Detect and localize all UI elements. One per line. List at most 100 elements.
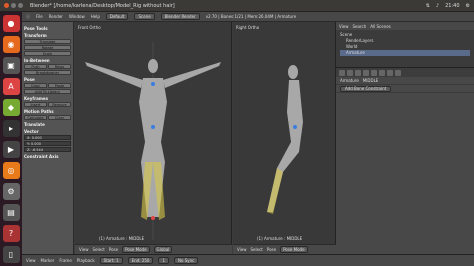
- pose-menu[interactable]: Pose: [109, 247, 118, 252]
- calculate-paths-button[interactable]: Calculate: [24, 115, 47, 120]
- world-tab-icon[interactable]: [355, 69, 361, 76]
- wifi-icon[interactable]: ⇅: [426, 3, 430, 9]
- terminal-icon[interactable]: ▸: [2, 120, 20, 137]
- copy-button[interactable]: Copy: [24, 83, 47, 88]
- bone-tab-icon[interactable]: [387, 69, 393, 76]
- sync-select[interactable]: No Sync: [174, 257, 199, 264]
- add-to-library-button[interactable]: Add To Library: [24, 89, 71, 94]
- render-engine-select[interactable]: Blender Render: [160, 13, 200, 20]
- leg-bone[interactable]: [267, 168, 283, 214]
- timeline-view-menu[interactable]: View: [26, 258, 36, 263]
- viewport-right[interactable]: Right Ortho (1) Armature : MIDDLE: [233, 22, 336, 244]
- display-mode-select[interactable]: All Scenes: [370, 24, 391, 29]
- add-bone-constraint-button[interactable]: Add Bone Constraint: [340, 85, 392, 92]
- paste-button[interactable]: Paste: [48, 83, 71, 88]
- view-menu[interactable]: View: [79, 247, 89, 252]
- insert-keyframe-button[interactable]: Insert: [24, 102, 47, 107]
- files-icon[interactable]: ▣: [2, 57, 20, 74]
- remove-keyframe-button[interactable]: Remove: [48, 102, 71, 107]
- select-menu[interactable]: Select: [251, 247, 263, 252]
- dash-icon[interactable]: ●: [2, 15, 20, 32]
- pose-menu[interactable]: Pose: [267, 247, 276, 252]
- timeline-marker-menu[interactable]: Marker: [41, 258, 55, 263]
- side-figure[interactable]: [233, 22, 336, 244]
- head: [148, 59, 158, 73]
- render-tab-icon[interactable]: [339, 69, 345, 76]
- section-header[interactable]: In-Between: [24, 58, 71, 63]
- minimize-button[interactable]: [11, 3, 16, 8]
- front-figure[interactable]: [75, 22, 232, 244]
- window-controls[interactable]: [4, 3, 26, 8]
- orientation-select[interactable]: Global: [153, 246, 173, 253]
- menu-help[interactable]: Help: [91, 14, 100, 19]
- section-header[interactable]: Keyframes: [24, 96, 71, 101]
- breakdowner-button[interactable]: Breakdowner: [24, 70, 71, 75]
- gear-icon[interactable]: ⚙: [466, 3, 470, 9]
- view-menu[interactable]: View: [339, 24, 349, 29]
- menu-render[interactable]: Render: [49, 14, 63, 19]
- mode-select[interactable]: Pose Mode: [122, 246, 150, 253]
- middle-bone[interactable]: [293, 125, 297, 129]
- settings-icon[interactable]: ⚙: [2, 183, 20, 200]
- viewport-status: (1) Armature : MIDDLE: [99, 236, 145, 241]
- mode-select[interactable]: Pose Mode: [280, 246, 308, 253]
- constraint-tab-icon[interactable]: [371, 69, 377, 76]
- context-bone[interactable]: MIDDLE: [363, 78, 379, 83]
- push-button[interactable]: Push: [24, 64, 47, 69]
- app-icon[interactable]: ◆: [2, 99, 20, 116]
- operator-header[interactable]: Translate: [24, 122, 71, 127]
- menu-file[interactable]: File: [36, 14, 43, 19]
- object-tab-icon[interactable]: [363, 69, 369, 76]
- scene-tab-icon[interactable]: [347, 69, 353, 76]
- screen-layout-select[interactable]: Default: [105, 13, 129, 20]
- window-title: Blender* [/home/karlena/Desktop/Model_Ri…: [30, 2, 175, 9]
- section-header[interactable]: Transform: [24, 33, 71, 38]
- clock[interactable]: 21:40: [445, 3, 459, 9]
- start-frame-field[interactable]: Start: 1: [99, 257, 123, 264]
- section-header[interactable]: Motion Paths: [24, 109, 71, 114]
- menu-window[interactable]: Window: [69, 14, 85, 19]
- current-frame-field[interactable]: 1: [158, 257, 169, 264]
- blender-icon[interactable]: ◎: [2, 162, 20, 179]
- vector-label: Vector: [24, 129, 39, 134]
- middle-bone[interactable]: [151, 125, 155, 129]
- bone-constraint-tab-icon[interactable]: [395, 69, 401, 76]
- video-icon[interactable]: ▶: [2, 141, 20, 158]
- info-editor-icon[interactable]: ⓘ: [26, 14, 30, 20]
- view-menu[interactable]: View: [237, 247, 247, 252]
- viewport-front[interactable]: Front Ortho (1) Armature : MIDDLE: [75, 22, 232, 244]
- software-center-icon[interactable]: A: [2, 78, 20, 95]
- foot-bone[interactable]: [151, 216, 155, 220]
- firefox-icon[interactable]: ◉: [2, 36, 20, 53]
- maximize-button[interactable]: [18, 3, 23, 8]
- relax-button[interactable]: Relax: [48, 64, 71, 69]
- close-button[interactable]: [4, 3, 9, 8]
- launcher: ● ◉ ▣ A ◆ ▸ ▶ ◎ ⚙ ▤ ? ▯: [0, 12, 22, 266]
- context-armature[interactable]: Armature: [340, 78, 359, 83]
- end-frame-field[interactable]: End: 250: [127, 257, 154, 264]
- tool-shelf: Pose Tools Transform Translate Rotate Sc…: [22, 22, 74, 254]
- blender-menu-bar: ⓘ File Render Window Help Default Scene …: [22, 12, 474, 22]
- section-header[interactable]: Pose: [24, 77, 71, 82]
- add-constraint-row: Add Bone Constraint: [336, 85, 474, 93]
- trash-icon[interactable]: ▯: [2, 246, 20, 263]
- volume-icon[interactable]: ♪: [436, 3, 439, 9]
- select-menu[interactable]: Select: [93, 247, 105, 252]
- vector-x-field[interactable]: X: 0.000: [24, 135, 71, 140]
- timeline-frame-menu[interactable]: Frame: [59, 258, 71, 263]
- tree-item-armature[interactable]: Armature: [340, 50, 470, 56]
- scale-button[interactable]: Scale: [24, 51, 71, 56]
- timeline-playback-menu[interactable]: Playback: [77, 258, 95, 263]
- vector-z-field[interactable]: Z: -6.544: [24, 147, 71, 152]
- section-header[interactable]: Pose Tools: [24, 26, 71, 31]
- clear-paths-button[interactable]: Clear: [48, 115, 71, 120]
- chest-bone[interactable]: [151, 82, 155, 86]
- search-menu[interactable]: Search: [353, 24, 367, 29]
- scene-select[interactable]: Scene: [134, 13, 155, 20]
- data-tab-icon[interactable]: [379, 69, 385, 76]
- vector-y-field[interactable]: Y: 0.000: [24, 141, 71, 146]
- disk-icon[interactable]: ▤: [2, 204, 20, 221]
- rotate-button[interactable]: Rotate: [24, 45, 71, 50]
- help-icon[interactable]: ?: [2, 225, 20, 242]
- translate-button[interactable]: Translate: [24, 39, 71, 44]
